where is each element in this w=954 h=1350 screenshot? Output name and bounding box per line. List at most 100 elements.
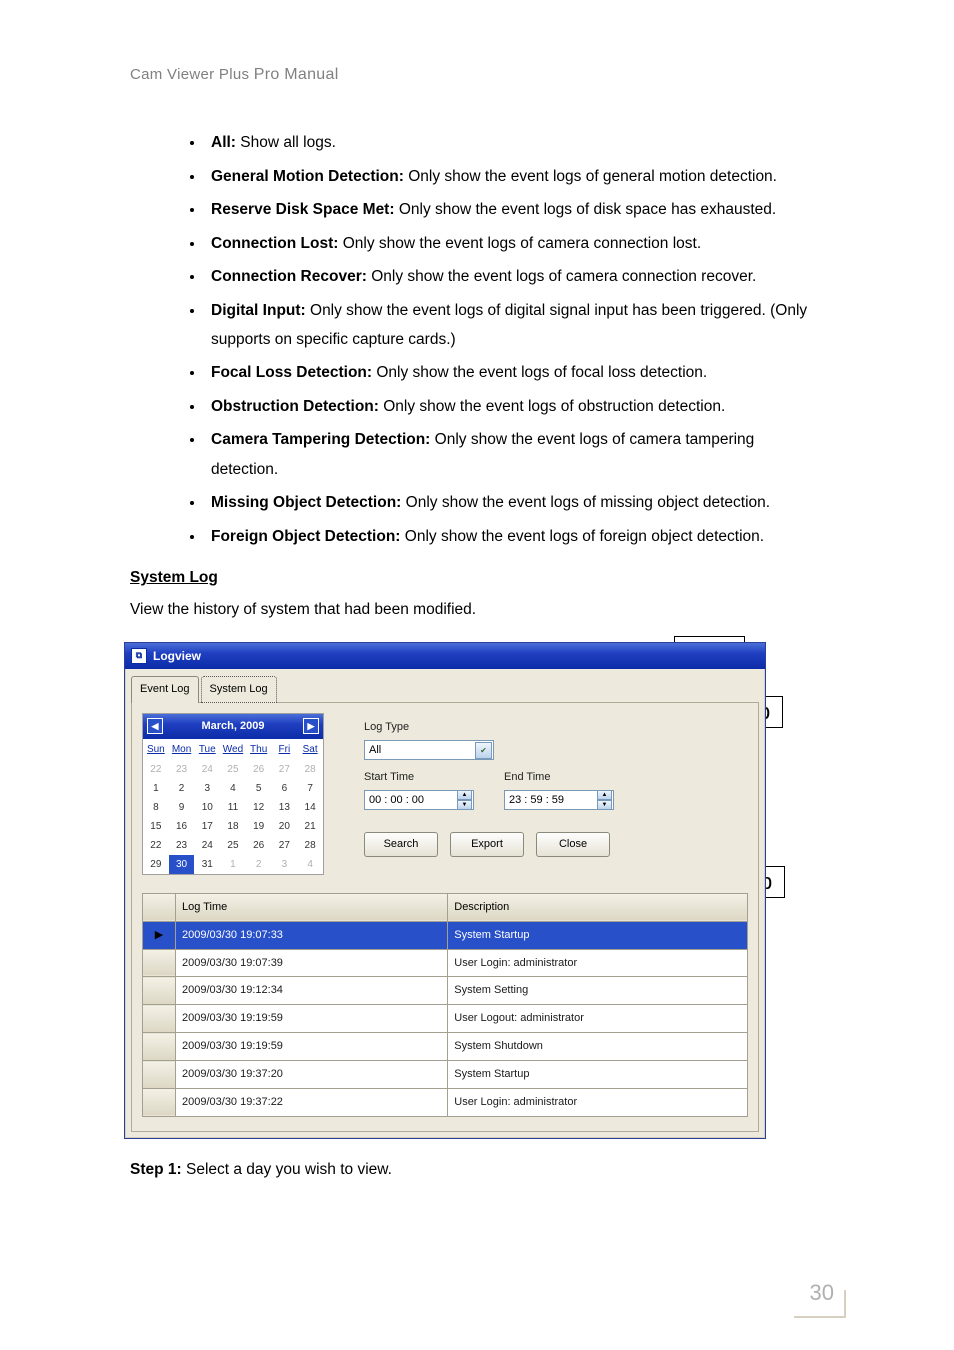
calendar-day[interactable]: 5 (246, 779, 272, 798)
cell-log-time: 2009/03/30 19:07:39 (176, 949, 448, 977)
log-type-dropdown[interactable]: All ✔ (364, 740, 494, 760)
tab-system-log[interactable]: System Log (201, 676, 277, 703)
spin-up-icon[interactable]: ▲ (597, 790, 612, 800)
calendar-day[interactable]: 3 (272, 855, 298, 874)
table-row[interactable]: 2009/03/30 19:19:59System Shutdown (143, 1033, 748, 1061)
calendar-day[interactable]: 27 (272, 836, 298, 855)
cal-next-icon[interactable]: ▶ (303, 718, 319, 734)
calendar-dow: Tue (194, 739, 220, 760)
calendar-day[interactable]: 21 (297, 817, 323, 836)
list-item-text: Show all logs. (236, 134, 336, 151)
calendar-day[interactable]: 22 (143, 836, 169, 855)
col-description[interactable]: Description (448, 893, 748, 921)
spin-down-icon[interactable]: ▼ (597, 800, 612, 810)
section-heading: System Log (130, 563, 218, 592)
row-header (143, 1061, 176, 1089)
calendar-day[interactable]: 4 (297, 855, 323, 874)
calendar-day[interactable]: 10 (194, 798, 220, 817)
tab-panel: ◀ March, 2009 ▶ SunMonTueWedThuFriSat 22… (131, 702, 759, 1132)
calendar-day[interactable]: 2 (246, 855, 272, 874)
cell-log-time: 2009/03/30 19:37:22 (176, 1088, 448, 1116)
calendar-day[interactable]: 8 (143, 798, 169, 817)
list-item: All: Show all logs. (205, 128, 824, 157)
calendar-day[interactable]: 4 (220, 779, 246, 798)
list-item-text: Only show the event logs of obstruction … (379, 398, 725, 415)
calendar[interactable]: ◀ March, 2009 ▶ SunMonTueWedThuFriSat 22… (142, 713, 324, 875)
calendar-day[interactable]: 14 (297, 798, 323, 817)
export-button[interactable]: Export (450, 832, 524, 857)
list-item: Focal Loss Detection: Only show the even… (205, 358, 824, 387)
calendar-day[interactable]: 13 (272, 798, 298, 817)
list-item-term: Reserve Disk Space Met: (211, 201, 395, 218)
calendar-day[interactable]: 17 (194, 817, 220, 836)
calendar-day[interactable]: 24 (194, 836, 220, 855)
list-item: Obstruction Detection: Only show the eve… (205, 392, 824, 421)
calendar-day[interactable]: 27 (272, 760, 298, 779)
table-row[interactable]: ▶2009/03/30 19:07:33System Startup (143, 921, 748, 949)
cell-description: System Shutdown (448, 1033, 748, 1061)
calendar-day[interactable]: 9 (169, 798, 195, 817)
spin-down-icon[interactable]: ▼ (457, 800, 472, 810)
window-titlebar[interactable]: ⧉ Logview (125, 643, 765, 669)
list-item-term: Connection Recover: (211, 268, 367, 285)
calendar-day[interactable]: 25 (220, 760, 246, 779)
log-type-list: All: Show all logs. General Motion Detect… (130, 128, 824, 551)
calendar-day[interactable]: 29 (143, 855, 169, 874)
table-row[interactable]: 2009/03/30 19:07:39User Login: administr… (143, 949, 748, 977)
calendar-day[interactable]: 23 (169, 760, 195, 779)
calendar-day[interactable]: 26 (246, 836, 272, 855)
calendar-day[interactable]: 3 (194, 779, 220, 798)
list-item-term: Missing Object Detection: (211, 494, 401, 511)
calendar-day[interactable]: 20 (272, 817, 298, 836)
footer-deco (844, 1290, 846, 1318)
table-row[interactable]: 2009/03/30 19:37:20System Startup (143, 1061, 748, 1089)
start-time-field[interactable]: 00 : 00 : 00 ▲▼ (364, 790, 474, 810)
list-item-term: All: (211, 134, 236, 151)
cal-prev-icon[interactable]: ◀ (147, 718, 163, 734)
end-time-value: 23 : 59 : 59 (509, 790, 564, 811)
table-row[interactable]: 2009/03/30 19:12:34System Setting (143, 977, 748, 1005)
calendar-day[interactable]: 26 (246, 760, 272, 779)
col-log-time[interactable]: Log Time (176, 893, 448, 921)
close-button[interactable]: Close (536, 832, 610, 857)
list-item-text: Only show the event logs of focal loss d… (372, 364, 707, 381)
calendar-day[interactable]: 18 (220, 817, 246, 836)
calendar-day[interactable]: 28 (297, 760, 323, 779)
calendar-day[interactable]: 28 (297, 836, 323, 855)
row-header (143, 949, 176, 977)
end-time-field[interactable]: 23 : 59 : 59 ▲▼ (504, 790, 614, 810)
tab-event-log[interactable]: Event Log (131, 676, 199, 703)
section-text: View the history of system that had been… (130, 595, 824, 624)
calendar-day[interactable]: 1 (143, 779, 169, 798)
calendar-day[interactable]: 23 (169, 836, 195, 855)
list-item: Connection Recover: Only show the event … (205, 262, 824, 291)
calendar-day[interactable]: 30 (169, 855, 195, 874)
spin-up-icon[interactable]: ▲ (457, 790, 472, 800)
calendar-day[interactable]: 6 (272, 779, 298, 798)
calendar-day[interactable]: 19 (246, 817, 272, 836)
calendar-day[interactable]: 25 (220, 836, 246, 855)
table-corner (143, 893, 176, 921)
calendar-day[interactable]: 31 (194, 855, 220, 874)
cell-description: System Setting (448, 977, 748, 1005)
cell-log-time: 2009/03/30 19:12:34 (176, 977, 448, 1005)
list-item-text: Only show the event logs of missing obje… (401, 494, 770, 511)
calendar-day[interactable]: 16 (169, 817, 195, 836)
table-row[interactable]: 2009/03/30 19:37:22User Login: administr… (143, 1088, 748, 1116)
calendar-day[interactable]: 12 (246, 798, 272, 817)
calendar-day[interactable]: 11 (220, 798, 246, 817)
calendar-day[interactable]: 1 (220, 855, 246, 874)
table-row[interactable]: 2009/03/30 19:19:59User Logout: administ… (143, 1005, 748, 1033)
list-item-term: Obstruction Detection: (211, 398, 379, 415)
list-item-term: Connection Lost: (211, 235, 338, 252)
list-item-term: General Motion Detection: (211, 168, 404, 185)
calendar-day[interactable]: 2 (169, 779, 195, 798)
calendar-day[interactable]: 24 (194, 760, 220, 779)
calendar-day[interactable]: 7 (297, 779, 323, 798)
chevron-down-icon[interactable]: ✔ (475, 742, 492, 759)
cell-description: User Login: administrator (448, 949, 748, 977)
page-number: 30 (810, 1272, 834, 1314)
calendar-day[interactable]: 22 (143, 760, 169, 779)
search-button[interactable]: Search (364, 832, 438, 857)
calendar-day[interactable]: 15 (143, 817, 169, 836)
